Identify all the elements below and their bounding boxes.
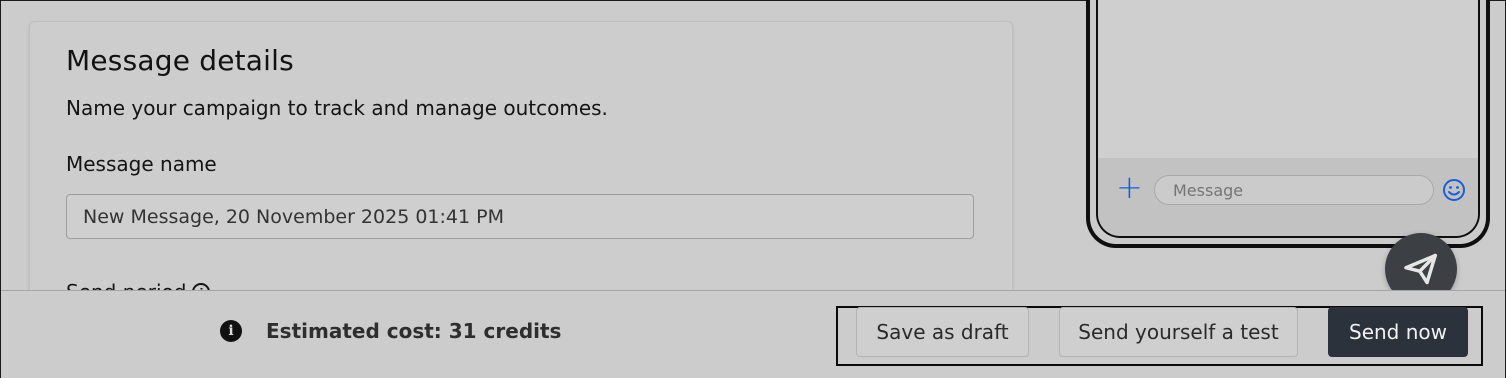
card-subtitle: Name your campaign to track and manage o… [66, 96, 608, 120]
info-icon: i [220, 320, 242, 342]
phone-message-input[interactable] [1154, 175, 1434, 205]
plus-icon[interactable]: + [1116, 171, 1143, 203]
footer-bar: i Estimated cost: 31 credits Save as dra… [1, 290, 1505, 378]
save-as-draft-button[interactable]: Save as draft [856, 307, 1029, 357]
card-title: Message details [66, 44, 294, 77]
message-name-label: Message name [66, 152, 217, 176]
phone-screen: + [1096, 0, 1480, 238]
phone-compose-bar: + [1098, 158, 1478, 236]
estimated-cost: i Estimated cost: 31 credits [220, 319, 561, 343]
message-name-input[interactable] [66, 194, 974, 239]
estimated-cost-text: Estimated cost: 31 credits [266, 319, 562, 343]
smiley-icon[interactable] [1442, 178, 1466, 202]
send-now-button[interactable]: Send now [1328, 307, 1468, 357]
paper-plane-icon [1404, 253, 1437, 285]
phone-preview: + [1086, 0, 1490, 248]
send-test-button[interactable]: Send yourself a test [1059, 307, 1298, 357]
message-details-card: Message details Name your campaign to tr… [29, 21, 1013, 313]
